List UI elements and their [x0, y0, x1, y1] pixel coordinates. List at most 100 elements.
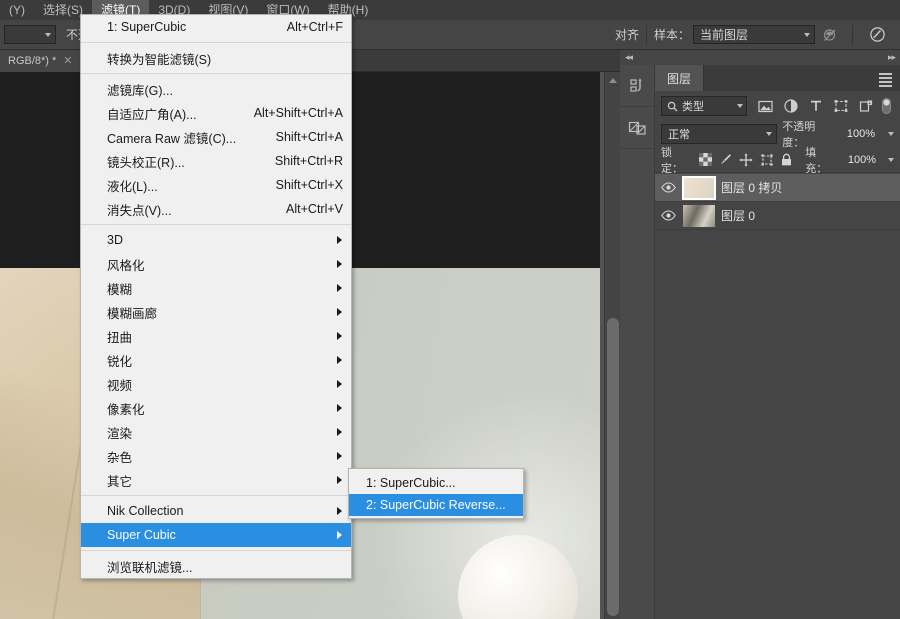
menu-item-shortcut: Shift+Ctrl+X [275, 178, 343, 192]
filter-shape-layers-button[interactable] [828, 96, 853, 116]
layer-list: 图层 0 拷贝 图层 0 [655, 173, 900, 230]
layer-row-0[interactable]: 图层 0 拷贝 [655, 174, 900, 202]
menu-item-camera-raw-filter[interactable]: Camera Raw 滤镜(C)... Shift+Ctrl+A [81, 125, 351, 149]
menu-item-noise[interactable]: 杂色 [81, 444, 351, 468]
dock-collapse-bar[interactable]: ◂◂ ▸▸ [620, 50, 900, 65]
collapsed-panel-rail [620, 65, 655, 619]
ignore-adjustment-layers-button[interactable] [815, 27, 845, 43]
menu-item-shortcut: Shift+Ctrl+R [274, 154, 343, 168]
aligned-checkbox-label[interactable]: 对齐 [615, 26, 639, 43]
collapse-right-icon[interactable]: ▸▸ [888, 52, 896, 63]
collapse-left-icon[interactable]: ◂◂ [625, 52, 633, 63]
lock-image-pixels-button[interactable] [717, 151, 733, 168]
menu-item-label: 锐化 [107, 354, 133, 369]
blend-mode-select[interactable]: 正常 [661, 124, 778, 144]
menu-item-repeat-filter[interactable]: 1: SuperCubic Alt+Ctrl+F [81, 15, 351, 39]
chevron-down-icon [737, 104, 743, 108]
menu-item-liquify[interactable]: 液化(L)... Shift+Ctrl+X [81, 173, 351, 197]
scroll-up-arrow-icon[interactable] [609, 78, 617, 83]
tablet-pressure-button[interactable] [860, 26, 894, 43]
lock-all-icon [782, 153, 792, 165]
document-tab[interactable]: RGB/8*) * ✕ [0, 49, 82, 72]
fill-value[interactable]: 100% [841, 151, 878, 169]
menu-item-adaptive-wide-angle[interactable]: 自适应广角(A)... Alt+Shift+Ctrl+A [81, 101, 351, 125]
menu-item-blur-gallery[interactable]: 模糊画廊 [81, 300, 351, 324]
filter-pixel-layers-button[interactable] [753, 96, 778, 116]
right-dock: ◂◂ ▸▸ 图层 类型 正常 不透明度： 100% 锁定： 填充： 100% 图… [620, 50, 900, 619]
menu-item-video[interactable]: 视频 [81, 372, 351, 396]
panel-menu-button[interactable] [879, 73, 892, 89]
close-icon[interactable]: ✕ [63, 54, 72, 67]
menu-item-pixelate[interactable]: 像素化 [81, 396, 351, 420]
brush-preset-select[interactable] [4, 25, 56, 44]
layer-filter-icons [753, 96, 893, 116]
menu-separator [81, 495, 351, 496]
layer-filter-type-select[interactable]: 类型 [661, 96, 747, 116]
submenu-item-supercubic[interactable]: 1: SuperCubic... [349, 472, 523, 494]
layer-thumbnail[interactable] [682, 175, 716, 200]
layer-row-1[interactable]: 图层 0 [655, 202, 900, 230]
menu-item-other[interactable]: 其它 [81, 468, 351, 492]
submenu-arrow-icon [337, 507, 342, 515]
menu-item-3d[interactable]: 3D [81, 228, 351, 252]
menu-item-edit[interactable]: (Y) [0, 0, 34, 20]
lock-transparent-pixels-button[interactable] [697, 151, 713, 168]
layer-name[interactable]: 图层 0 拷贝 [721, 179, 782, 196]
menu-item-shortcut: Alt+Ctrl+V [286, 202, 343, 216]
filter-adjustment-layers-button[interactable] [778, 96, 803, 116]
menu-item-super-cubic[interactable]: Super Cubic [81, 523, 351, 547]
super-cubic-submenu[interactable]: 1: SuperCubic... 2: SuperCubic Reverse..… [348, 468, 524, 519]
search-icon [667, 101, 678, 111]
layer-visibility-toggle[interactable] [659, 182, 677, 193]
sample-select[interactable]: 当前图层 [693, 25, 815, 44]
menu-item-label: 浏览联机滤镜... [107, 560, 193, 575]
tab-layers[interactable]: 图层 [655, 65, 705, 91]
submenu-item-label: 1: SuperCubic... [366, 476, 456, 490]
lock-artboard-nesting-icon [760, 153, 773, 166]
filter-type-layers-button[interactable] [803, 96, 828, 116]
layers-panel: 图层 类型 正常 不透明度： 100% 锁定： 填充： 100% 图层 0 拷贝… [655, 65, 900, 619]
canvas-vertical-scrollbar[interactable] [604, 72, 620, 619]
layer-visibility-toggle[interactable] [659, 210, 677, 221]
menu-item-lens-correction[interactable]: 镜头校正(R)... Shift+Ctrl+R [81, 149, 351, 173]
opacity-value[interactable]: 100% [840, 125, 877, 143]
menu-item-filter-gallery[interactable]: 滤镜库(G)... [81, 77, 351, 101]
layer-comps-panel-button[interactable] [620, 107, 655, 149]
lock-artboard-nesting-button[interactable] [758, 151, 774, 168]
menu-item-distort[interactable]: 扭曲 [81, 324, 351, 348]
filter-shape-layers-icon [834, 100, 847, 112]
menu-item-nik-collection[interactable]: Nik Collection [81, 499, 351, 523]
menu-item-vanishing-point[interactable]: 消失点(V)... Alt+Ctrl+V [81, 197, 351, 221]
eye-icon [660, 210, 676, 221]
tablet-pressure-icon [869, 27, 885, 42]
filter-smart-object-button[interactable] [853, 96, 878, 116]
menu-item-stylize[interactable]: 风格化 [81, 252, 351, 276]
history-panel-button[interactable] [620, 65, 655, 107]
filter-dropdown-menu[interactable]: 1: SuperCubic Alt+Ctrl+F 转换为智能滤镜(S) 滤镜库(… [80, 14, 352, 579]
layer-thumbnail[interactable] [683, 204, 715, 227]
menu-item-label: 模糊 [107, 282, 133, 297]
menu-item-label: 消失点(V)... [107, 203, 172, 218]
scrollbar-thumb[interactable] [607, 318, 619, 616]
layer-name[interactable]: 图层 0 [721, 207, 755, 224]
menu-item-render[interactable]: 渲染 [81, 420, 351, 444]
history-panel-icon [629, 78, 642, 92]
fill-label: 填充： [805, 146, 828, 175]
menu-item-browse-online-filters[interactable]: 浏览联机滤镜... [81, 554, 351, 578]
blend-mode-value: 正常 [668, 129, 690, 141]
menu-item-shortcut: Alt+Shift+Ctrl+A [253, 106, 343, 120]
eye-icon [660, 182, 676, 193]
layers-panel-tabbar: 图层 [655, 65, 900, 91]
lock-all-button[interactable] [779, 151, 795, 168]
opacity-slider-chevron-icon[interactable] [888, 132, 894, 136]
menu-item-convert-smart-filter[interactable]: 转换为智能滤镜(S) [81, 46, 351, 70]
filter-enable-toggle-icon [882, 98, 891, 114]
lock-position-button[interactable] [738, 151, 754, 168]
menu-item-label: 杂色 [107, 450, 133, 465]
submenu-arrow-icon [337, 356, 342, 364]
fill-slider-chevron-icon[interactable] [887, 157, 894, 162]
filter-enable-toggle[interactable] [880, 96, 893, 116]
submenu-item-supercubic-reverse[interactable]: 2: SuperCubic Reverse... [349, 494, 523, 516]
menu-item-sharpen[interactable]: 锐化 [81, 348, 351, 372]
menu-item-blur[interactable]: 模糊 [81, 276, 351, 300]
